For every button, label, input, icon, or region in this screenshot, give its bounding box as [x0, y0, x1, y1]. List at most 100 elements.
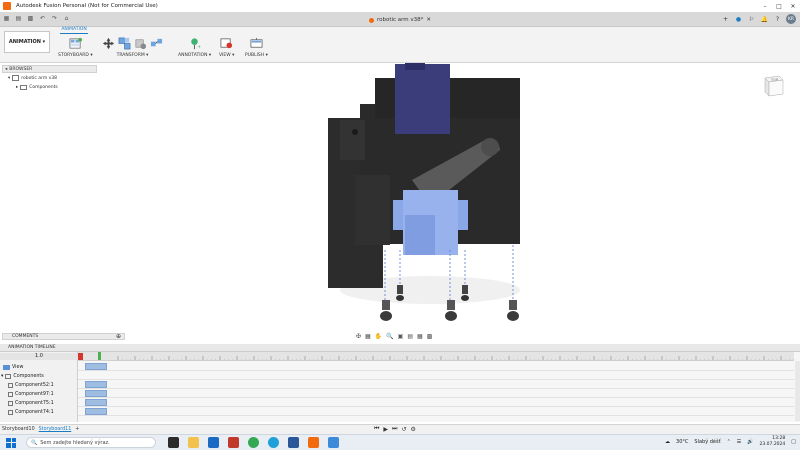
- expand-icon[interactable]: ▾: [8, 76, 10, 81]
- timeline-start-marker[interactable]: [78, 353, 83, 360]
- store-icon[interactable]: [228, 437, 239, 448]
- task-view-icon[interactable]: [168, 437, 179, 448]
- file-icon[interactable]: ▤: [14, 14, 23, 23]
- timeline-track[interactable]: [78, 390, 794, 398]
- workspace-switcher[interactable]: ANIMATION ▾: [4, 31, 50, 53]
- skip-start-icon[interactable]: ⏮: [374, 425, 379, 433]
- volume-icon[interactable]: 🔊: [747, 439, 753, 445]
- timeline-row-component[interactable]: Component97:1: [0, 390, 78, 398]
- browser-root-item[interactable]: ▾ robotic arm v38: [8, 75, 57, 81]
- timeline-track[interactable]: [78, 363, 794, 371]
- callout-icon[interactable]: +: [188, 37, 201, 50]
- restore-home-icon[interactable]: [134, 37, 147, 50]
- model-view[interactable]: [0, 63, 800, 330]
- canvas-viewport[interactable]: [0, 63, 800, 330]
- viewports-icon[interactable]: ▩: [427, 333, 433, 340]
- loop-icon[interactable]: ↺: [401, 426, 406, 433]
- keyframe-block[interactable]: [85, 363, 107, 370]
- word-icon[interactable]: [288, 437, 299, 448]
- add-storyboard-button[interactable]: +: [75, 427, 79, 432]
- playback-speed[interactable]: 1.0: [0, 353, 78, 360]
- transform-components-icon[interactable]: [118, 37, 131, 50]
- pan-icon[interactable]: ✋: [375, 333, 382, 340]
- close-icon[interactable]: ✕: [786, 0, 800, 12]
- mail-icon[interactable]: [208, 437, 219, 448]
- timeline-track[interactable]: [78, 399, 794, 407]
- notifications-tray-icon[interactable]: □: [791, 439, 796, 445]
- keyframe-block[interactable]: [85, 390, 107, 397]
- notifications-icon[interactable]: 🔔: [760, 15, 769, 24]
- timeline-track[interactable]: [78, 372, 794, 380]
- minimize-icon[interactable]: –: [758, 0, 772, 12]
- grid-menu-icon[interactable]: ▦: [2, 14, 11, 23]
- network-icon[interactable]: ☰: [737, 439, 741, 445]
- view-record-icon[interactable]: [220, 37, 233, 50]
- animation-timeline-header[interactable]: ANIMATION TIMELINE: [0, 344, 800, 352]
- view-menu[interactable]: VIEW ▾: [219, 53, 234, 58]
- help-icon[interactable]: ?: [773, 15, 782, 24]
- fit-icon[interactable]: ▣: [398, 333, 404, 340]
- home-icon[interactable]: ⌂: [62, 14, 71, 23]
- windows-start-icon[interactable]: [4, 436, 18, 450]
- settings-gear-icon[interactable]: ⚙: [410, 426, 415, 433]
- timeline-row-component[interactable]: Component75:1: [0, 399, 78, 407]
- keyframe-block[interactable]: [85, 381, 107, 388]
- undo-icon[interactable]: ↶: [38, 14, 47, 23]
- display-settings-icon[interactable]: ▤: [407, 333, 413, 340]
- clock[interactable]: 13:28 23.07.2024: [760, 436, 786, 448]
- timeline-scrollbar[interactable]: [795, 361, 800, 421]
- redo-icon[interactable]: ↷: [50, 14, 59, 23]
- timeline-ruler[interactable]: [78, 352, 794, 361]
- publish-video-icon[interactable]: [250, 37, 263, 50]
- timeline-row-component[interactable]: Component74:1: [0, 408, 78, 416]
- browser-panel-header[interactable]: ◂ BROWSER: [2, 65, 97, 73]
- comments-panel[interactable]: COMMENTS ⊕: [2, 333, 125, 340]
- grid-settings-icon[interactable]: ▦: [417, 333, 423, 340]
- auto-explode-icon[interactable]: [150, 37, 163, 50]
- timeline-tracks[interactable]: [78, 352, 800, 422]
- add-comment-icon[interactable]: ⊕: [116, 333, 121, 340]
- file-explorer-icon[interactable]: [188, 437, 199, 448]
- close-tab-icon[interactable]: ✕: [426, 17, 431, 23]
- publish-menu[interactable]: PUBLISH ▾: [245, 53, 268, 58]
- timeline-track[interactable]: [78, 408, 794, 416]
- expand-icon[interactable]: ▾: [1, 374, 3, 379]
- browser-components-item[interactable]: ▸ Components: [16, 85, 58, 90]
- new-tab-icon[interactable]: +: [721, 15, 730, 24]
- timeline-track[interactable]: [78, 381, 794, 389]
- taskbar-search-input[interactable]: 🔍 Sem zadejte hledaný výraz.: [26, 437, 156, 448]
- annotation-menu[interactable]: ANNOTATION ▾: [178, 53, 211, 58]
- keyframe-block[interactable]: [85, 399, 107, 406]
- timeline-row-components[interactable]: ▾ Components: [0, 372, 78, 380]
- look-at-icon[interactable]: ▦: [365, 333, 371, 340]
- weather-text[interactable]: Slabý déšť: [694, 439, 720, 445]
- chrome-icon[interactable]: [248, 437, 259, 448]
- timeline-row-view[interactable]: View: [0, 363, 78, 371]
- collapse-icon[interactable]: ◂: [5, 67, 7, 72]
- expand-icon[interactable]: ▸: [16, 85, 18, 90]
- storyboard-tab-active[interactable]: Storyboard11: [39, 427, 72, 432]
- storyboard-menu[interactable]: STORYBOARD ▾: [58, 53, 93, 58]
- storyboard-tab[interactable]: Storyboard10: [2, 427, 35, 432]
- fusion-taskbar-icon[interactable]: [308, 437, 319, 448]
- skip-end-icon[interactable]: ⏭: [392, 425, 397, 433]
- move-icon[interactable]: [102, 37, 115, 50]
- keyframe-block[interactable]: [85, 408, 107, 415]
- timeline-row-component[interactable]: Component52:1: [0, 381, 78, 389]
- new-storyboard-icon[interactable]: [69, 37, 82, 50]
- maximize-icon[interactable]: □: [772, 0, 786, 12]
- zoom-icon[interactable]: 🔍: [386, 333, 393, 340]
- play-icon[interactable]: ▶: [383, 426, 388, 433]
- extensions-icon[interactable]: ⚐: [747, 15, 756, 24]
- tray-up-icon[interactable]: ⌃: [727, 439, 731, 445]
- avatar[interactable]: KR: [786, 14, 796, 24]
- job-status-icon[interactable]: ●: [734, 15, 743, 24]
- save-icon[interactable]: ▩: [26, 14, 35, 23]
- tab-animation[interactable]: ANIMATION: [60, 27, 88, 34]
- app-icon[interactable]: [328, 437, 339, 448]
- weather-temp[interactable]: 30°C: [676, 439, 688, 445]
- document-tab[interactable]: robotic arm v38* ✕: [330, 13, 470, 27]
- viewcube[interactable]: TOP: [762, 72, 786, 98]
- playhead[interactable]: [98, 352, 101, 361]
- transform-menu[interactable]: TRANSFORM ▾: [117, 53, 149, 58]
